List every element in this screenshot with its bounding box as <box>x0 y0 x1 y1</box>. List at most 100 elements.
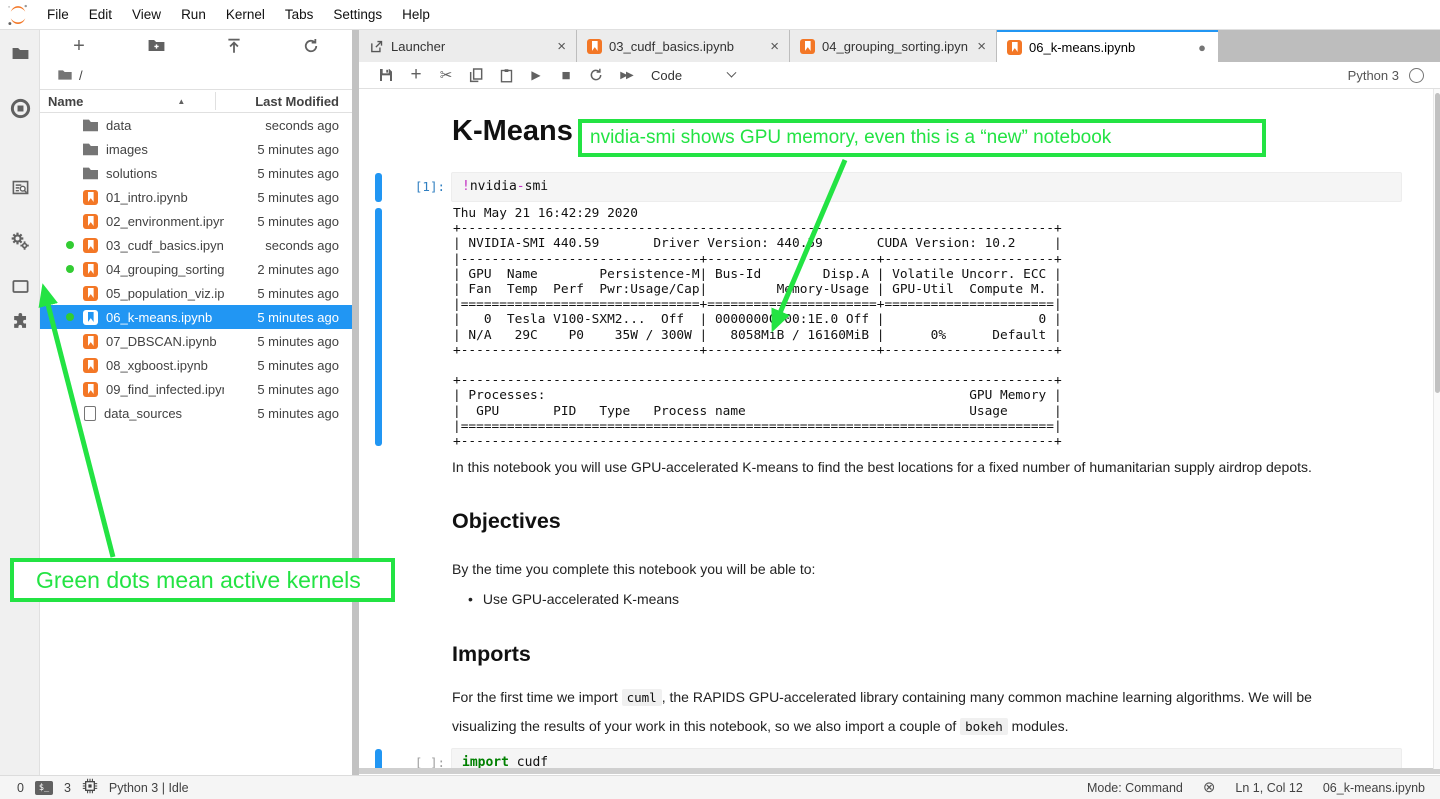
running-sessions[interactable]: 0 $_ 3 Python 3 | Idle <box>0 778 189 797</box>
output-line: Thu May 21 16:42:29 2020 <box>453 206 1062 221</box>
menu-items: FileEditViewRunKernelTabsSettingsHelp <box>37 0 440 30</box>
upload-button[interactable] <box>221 33 247 59</box>
notebook-title: K-Means <box>452 110 573 152</box>
bullet-icon: • <box>468 591 473 607</box>
output-line: | GPU PID Type Process name Usage | <box>453 404 1062 419</box>
menu-item[interactable]: Kernel <box>216 0 275 30</box>
file-type-icon <box>83 118 98 133</box>
menu-item[interactable]: View <box>122 0 171 30</box>
open-tabs-icon[interactable] <box>0 271 40 301</box>
menu-item[interactable]: Run <box>171 0 216 30</box>
kernel-name[interactable]: Python 3 <box>1348 68 1399 83</box>
annotation-text: Green dots mean active kernels <box>36 567 361 594</box>
code-token: ! <box>462 179 470 194</box>
cell-type-dropdown[interactable]: Code <box>651 68 735 83</box>
tab-03-cudf-basics[interactable]: 03_cudf_basics.ipynb × <box>577 30 790 62</box>
close-tab-icon[interactable]: × <box>768 38 781 55</box>
new-folder-button[interactable] <box>143 33 169 59</box>
output-line: | 0 Tesla V100-SXM2... Off | 00000000:00… <box>453 312 1062 327</box>
kernels-count: 3 <box>64 781 71 795</box>
breadcrumb-path: / <box>79 68 83 83</box>
file-type-icon <box>83 190 98 205</box>
vertical-scrollbar[interactable] <box>1433 89 1440 769</box>
copy-cells-button[interactable] <box>461 63 491 87</box>
file-row[interactable]: data_sources 5 minutes ago <box>40 401 352 425</box>
file-row[interactable]: 08_xgboost.ipynb 5 minutes ago <box>40 353 352 377</box>
bullet-item: • Use GPU-accelerated K-means <box>468 591 679 607</box>
sort-ascending-icon: ▲ <box>177 97 185 106</box>
menu-bar: FileEditViewRunKernelTabsSettingsHelp <box>0 0 1440 30</box>
code-cell-input[interactable]: !nvidia-smi <box>451 172 1402 202</box>
extension-manager-icon[interactable] <box>0 306 40 336</box>
mode-indicator[interactable]: Mode: Command <box>1087 781 1183 795</box>
file-row[interactable]: 02_environment.ipynb 5 minutes ago <box>40 209 352 233</box>
file-modified: 5 minutes ago <box>224 406 352 421</box>
file-browser-panel: + / Name ▲ Last Modified <box>40 30 352 775</box>
new-launcher-button[interactable]: + <box>66 33 92 59</box>
output-line: +---------------------------------------… <box>453 373 1062 388</box>
tab-04-grouping-sorting[interactable]: 04_grouping_sorting.ipynb × <box>790 30 997 62</box>
file-row[interactable]: 04_grouping_sorting.i... 2 minutes ago <box>40 257 352 281</box>
running-kernels-icon[interactable] <box>0 93 40 123</box>
breadcrumb[interactable]: / <box>40 61 352 89</box>
file-browser-scrollbar[interactable] <box>352 30 359 775</box>
cursor-position[interactable]: Ln 1, Col 12 <box>1235 781 1302 795</box>
output-line: | N/A 29C P0 35W / 300W | 8058MiB / 1616… <box>453 328 1062 343</box>
cell-collapser[interactable] <box>375 173 382 202</box>
column-last-modified[interactable]: Last Modified <box>224 94 352 109</box>
cell-type-value: Code <box>651 68 682 83</box>
column-name[interactable]: Name ▲ <box>40 94 224 109</box>
tab-06-k-means[interactable]: 06_k-means.ipynb ● <box>997 30 1218 62</box>
menu-item[interactable]: Tabs <box>275 0 324 30</box>
file-row[interactable]: 09_find_infected.ipynb 5 minutes ago <box>40 377 352 401</box>
save-button[interactable] <box>371 63 401 87</box>
column-divider <box>215 92 216 110</box>
file-browser-icon[interactable] <box>0 38 40 68</box>
close-tab-icon[interactable]: × <box>975 38 988 55</box>
file-row[interactable]: 06_k-means.ipynb 5 minutes ago <box>40 305 352 329</box>
code-cell-input[interactable]: import cudf <box>451 748 1402 768</box>
paste-cells-button[interactable] <box>491 63 521 87</box>
add-cell-button[interactable]: + <box>401 63 431 87</box>
property-inspector-icon[interactable] <box>0 226 40 256</box>
menu-item[interactable]: Edit <box>79 0 122 30</box>
output-collapser[interactable] <box>375 208 382 446</box>
restart-run-all-button[interactable]: ▶▶ <box>611 63 641 87</box>
trust-shield-icon[interactable]: ⊗ <box>1203 780 1216 795</box>
menu-item[interactable]: Help <box>392 0 440 30</box>
menu-item[interactable]: Settings <box>323 0 392 30</box>
menu-item[interactable]: File <box>37 0 79 30</box>
file-name: 01_intro.ipynb <box>106 190 224 205</box>
interrupt-kernel-button[interactable]: ■ <box>551 63 581 87</box>
cell-collapser[interactable] <box>375 749 382 768</box>
file-row[interactable]: data seconds ago <box>40 113 352 137</box>
file-name: data_sources <box>104 406 224 421</box>
refresh-button[interactable] <box>298 33 324 59</box>
file-name: 07_DBSCAN.ipynb <box>106 334 224 349</box>
file-row[interactable]: solutions 5 minutes ago <box>40 161 352 185</box>
scrollbar-thumb[interactable] <box>1435 93 1440 393</box>
file-row[interactable]: 05_population_viz.ipynb 5 minutes ago <box>40 281 352 305</box>
tab-launcher[interactable]: Launcher × <box>359 30 577 62</box>
horizontal-scrollbar[interactable] <box>359 768 1440 774</box>
file-row[interactable]: 07_DBSCAN.ipynb 5 minutes ago <box>40 329 352 353</box>
output-line: | GPU Name Persistence-M| Bus-Id Disp.A … <box>453 267 1062 282</box>
file-name: 05_population_viz.ipynb <box>106 286 224 301</box>
output-line: +---------------------------------------… <box>453 221 1062 236</box>
file-type-icon <box>83 238 98 253</box>
home-folder-icon <box>57 67 73 83</box>
kernel-status-icon[interactable] <box>1409 68 1424 83</box>
file-name: 06_k-means.ipynb <box>106 310 224 325</box>
kernel-chip-icon <box>82 778 98 797</box>
command-palette-icon[interactable] <box>0 172 40 202</box>
run-cell-button[interactable]: ▶ <box>521 63 551 87</box>
file-type-icon <box>83 382 98 397</box>
file-row[interactable]: images 5 minutes ago <box>40 137 352 161</box>
close-tab-icon[interactable]: × <box>555 38 568 55</box>
restart-kernel-button[interactable] <box>581 63 611 87</box>
file-row[interactable]: 03_cudf_basics.ipynb seconds ago <box>40 233 352 257</box>
status-bar: 0 $_ 3 Python 3 | Idle Mode: Command ⊗ L… <box>0 775 1440 799</box>
kernel-status-text[interactable]: Python 3 | Idle <box>109 781 189 795</box>
cut-cells-button[interactable]: ✂ <box>431 63 461 87</box>
file-row[interactable]: 01_intro.ipynb 5 minutes ago <box>40 185 352 209</box>
